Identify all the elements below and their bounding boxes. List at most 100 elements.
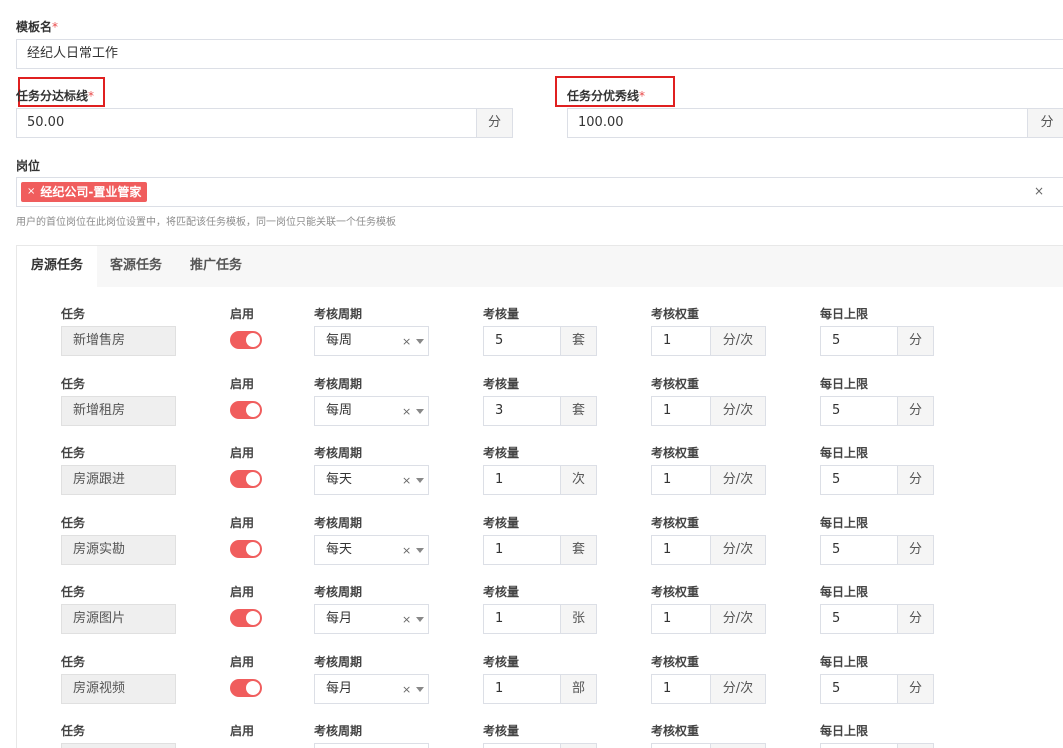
- task-name-field: 房源实勘: [61, 535, 176, 565]
- amount-input[interactable]: [483, 743, 561, 748]
- weight-column-header: 考核权重: [651, 377, 700, 391]
- weight-column-header: 考核权重: [651, 516, 700, 530]
- daily-limit-unit: [897, 743, 934, 748]
- daily-limit-input[interactable]: 5: [820, 535, 898, 565]
- enabled-toggle[interactable]: [230, 331, 262, 349]
- caret-down-icon[interactable]: [416, 478, 424, 483]
- clear-icon[interactable]: ×: [1034, 184, 1044, 198]
- pass-line-input[interactable]: 50.00: [16, 108, 477, 138]
- select-clear-icon[interactable]: ×: [402, 398, 411, 426]
- limit-column-header: 每日上限: [820, 446, 869, 460]
- toggle-knob: [246, 333, 260, 347]
- weight-unit: 分/次: [710, 535, 766, 565]
- weight-input[interactable]: 1: [651, 604, 711, 634]
- toggle-knob: [246, 542, 260, 556]
- tab-promotion-tasks[interactable]: 推广任务: [176, 246, 256, 287]
- period-value: 每天: [326, 472, 353, 487]
- period-select[interactable]: 每月 ×: [314, 674, 429, 704]
- weight-input[interactable]: 1: [651, 535, 711, 565]
- select-clear-icon[interactable]: ×: [402, 537, 411, 565]
- select-clear-icon[interactable]: ×: [402, 328, 411, 356]
- caret-down-icon[interactable]: [416, 548, 424, 553]
- weight-unit: 分/次: [710, 465, 766, 495]
- weight-column-header: 考核权重: [651, 446, 700, 460]
- weight-input[interactable]: 1: [651, 674, 711, 704]
- position-tag: × 经纪公司-置业管家: [21, 182, 148, 202]
- tag-remove-icon[interactable]: ×: [27, 182, 35, 202]
- task-name-field: 房源跟进: [61, 465, 176, 495]
- daily-limit-unit: 分: [897, 465, 934, 495]
- enabled-toggle[interactable]: [230, 609, 262, 627]
- period-select[interactable]: ×: [314, 743, 429, 748]
- daily-limit-input[interactable]: 5: [820, 396, 898, 426]
- select-clear-icon[interactable]: ×: [402, 606, 411, 634]
- daily-limit-input[interactable]: 5: [820, 604, 898, 634]
- amount-input[interactable]: 3: [483, 396, 561, 426]
- tab-house-tasks[interactable]: 房源任务: [17, 246, 98, 287]
- amount-column-header: 考核量: [483, 307, 520, 321]
- daily-limit-input[interactable]: 5: [820, 326, 898, 356]
- period-column-header: 考核周期: [314, 377, 363, 391]
- daily-limit-unit: 分: [897, 604, 934, 634]
- amount-input[interactable]: 1: [483, 465, 561, 495]
- toggle-knob: [246, 681, 260, 695]
- amount-unit: [560, 743, 597, 748]
- enabled-toggle[interactable]: [230, 470, 262, 488]
- template-name-input[interactable]: 经纪人日常工作: [16, 39, 1063, 69]
- caret-down-icon[interactable]: [416, 617, 424, 622]
- weight-input[interactable]: 1: [651, 326, 711, 356]
- toggle-knob: [246, 403, 260, 417]
- pass-line-unit: 分: [476, 108, 513, 138]
- daily-limit-input[interactable]: [820, 743, 898, 748]
- pass-line-label: 任务分达标线*: [16, 89, 95, 103]
- weight-unit: 分/次: [710, 604, 766, 634]
- period-select[interactable]: 每周 ×: [314, 396, 429, 426]
- task-column-header: 任务: [61, 655, 86, 669]
- amount-input[interactable]: 1: [483, 604, 561, 634]
- amount-input[interactable]: 5: [483, 326, 561, 356]
- period-value: 每周: [326, 333, 353, 348]
- weight-column-header: 考核权重: [651, 724, 700, 738]
- caret-down-icon[interactable]: [416, 409, 424, 414]
- tab-client-tasks[interactable]: 客源任务: [96, 246, 176, 287]
- select-clear-icon[interactable]: ×: [402, 676, 411, 704]
- amount-unit: 套: [560, 326, 597, 356]
- weight-column-header: 考核权重: [651, 655, 700, 669]
- daily-limit-unit: 分: [897, 674, 934, 704]
- enabled-toggle[interactable]: [230, 540, 262, 558]
- task-column-header: 任务: [61, 516, 86, 530]
- caret-down-icon[interactable]: [416, 339, 424, 344]
- limit-column-header: 每日上限: [820, 724, 869, 738]
- period-column-header: 考核周期: [314, 307, 363, 321]
- caret-down-icon[interactable]: [416, 687, 424, 692]
- daily-limit-unit: 分: [897, 535, 934, 565]
- task-name-field: 新增租房: [61, 396, 176, 426]
- period-value: 每周: [326, 403, 353, 418]
- period-column-header: 考核周期: [314, 724, 363, 738]
- weight-input[interactable]: 1: [651, 465, 711, 495]
- toggle-knob: [246, 611, 260, 625]
- period-value: 每天: [326, 542, 353, 557]
- enabled-toggle[interactable]: [230, 401, 262, 419]
- amount-input[interactable]: 1: [483, 674, 561, 704]
- select-clear-icon[interactable]: ×: [402, 467, 411, 495]
- weight-unit: 分/次: [710, 326, 766, 356]
- daily-limit-input[interactable]: 5: [820, 674, 898, 704]
- amount-input[interactable]: 1: [483, 535, 561, 565]
- period-value: 每月: [326, 611, 353, 626]
- daily-limit-unit: 分: [897, 326, 934, 356]
- period-value: 每月: [326, 681, 353, 696]
- period-select[interactable]: 每周 ×: [314, 326, 429, 356]
- period-select[interactable]: 每天 ×: [314, 535, 429, 565]
- enabled-toggle[interactable]: [230, 679, 262, 697]
- weight-input[interactable]: [651, 743, 711, 748]
- task-name-field: 房源图片: [61, 604, 176, 634]
- period-select[interactable]: 每月 ×: [314, 604, 429, 634]
- period-select[interactable]: 每天 ×: [314, 465, 429, 495]
- amount-unit: 套: [560, 535, 597, 565]
- excellent-line-input[interactable]: 100.00: [567, 108, 1028, 138]
- daily-limit-input[interactable]: 5: [820, 465, 898, 495]
- amount-column-header: 考核量: [483, 724, 520, 738]
- position-select[interactable]: [16, 177, 1063, 207]
- weight-input[interactable]: 1: [651, 396, 711, 426]
